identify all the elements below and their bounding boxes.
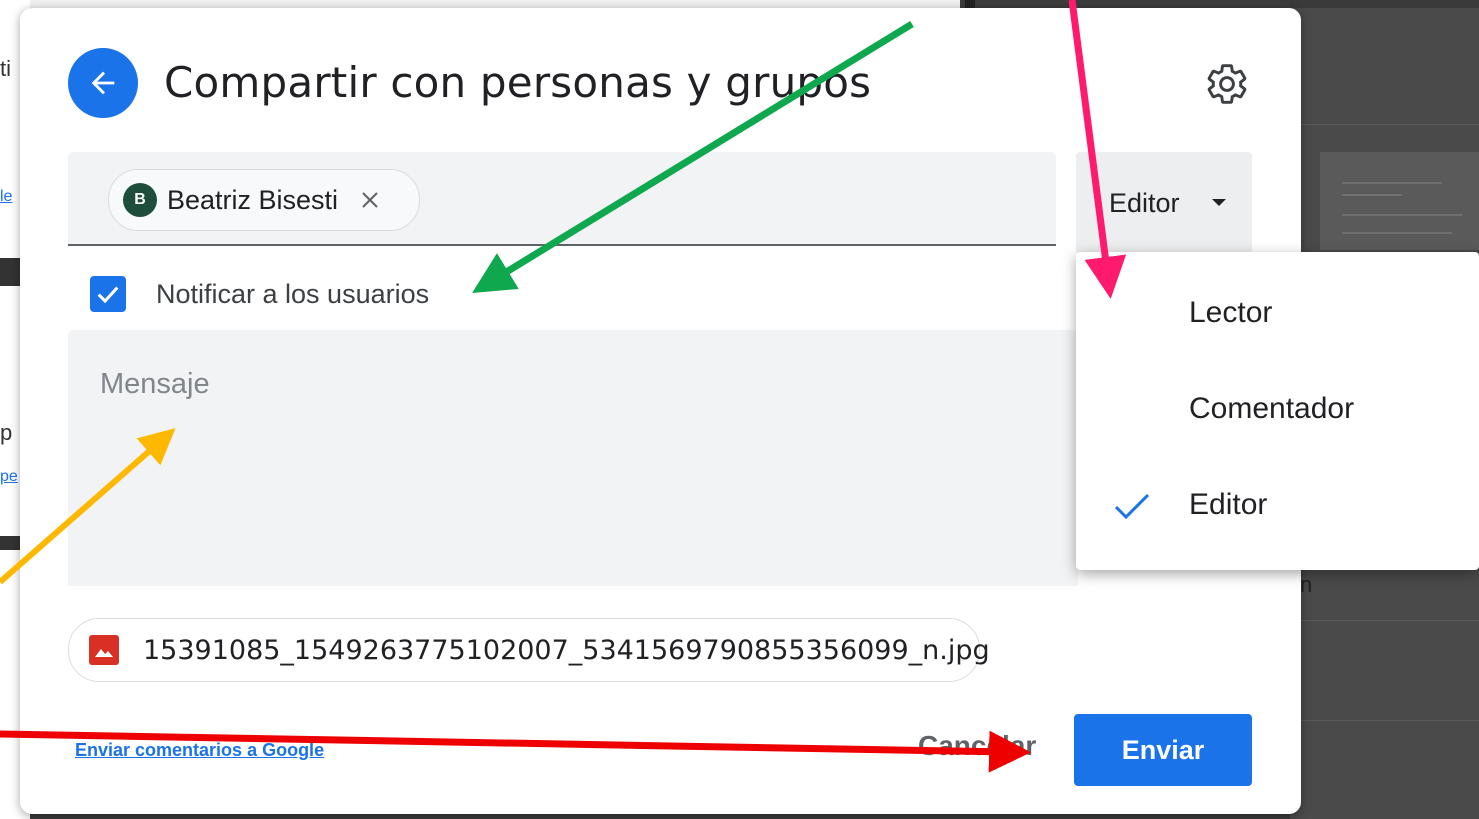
recipient-chip[interactable]: B Beatriz Bisesti	[108, 169, 420, 231]
avatar: B	[123, 183, 157, 217]
feedback-link[interactable]: Enviar comentarios a Google	[75, 740, 324, 761]
close-icon[interactable]	[358, 188, 382, 212]
role-dropdown[interactable]: Editor	[1076, 152, 1252, 254]
role-option-editor[interactable]: Editor	[1076, 458, 1479, 554]
background-divider	[1290, 720, 1479, 721]
role-option-label: Lector	[1189, 296, 1273, 329]
role-option-comentador[interactable]: Comentador	[1076, 362, 1479, 458]
message-textarea[interactable]: Mensaje	[68, 330, 1078, 586]
recipients-field[interactable]: B Beatriz Bisesti	[68, 152, 1056, 246]
attachment-filename: 15391085_1549263775102007_53415697908553…	[143, 634, 990, 666]
notify-row[interactable]: Notificar a los usuarios	[90, 274, 429, 314]
send-button[interactable]: Enviar	[1074, 714, 1252, 786]
settings-button[interactable]	[1205, 62, 1249, 106]
image-file-icon	[89, 635, 119, 665]
background-text-fragment: n	[1300, 572, 1313, 597]
background-link-fragment: le	[0, 188, 13, 205]
role-option-lector[interactable]: Lector	[1076, 266, 1479, 362]
role-menu: Lector Comentador Editor	[1076, 252, 1479, 570]
gear-icon	[1207, 64, 1247, 104]
attachment-chip[interactable]: 15391085_1549263775102007_53415697908553…	[68, 618, 990, 682]
checkmark-icon	[97, 286, 119, 304]
background-thumbnail	[1320, 152, 1479, 250]
notify-label: Notificar a los usuarios	[156, 278, 430, 309]
background-text-fragment: ti	[0, 56, 11, 81]
role-selected-label: Editor	[1109, 188, 1180, 218]
role-option-label: Editor	[1189, 488, 1268, 521]
role-option-label: Comentador	[1189, 392, 1355, 425]
background-divider	[1290, 124, 1479, 125]
background-divider	[1290, 620, 1479, 621]
background-text-fragment: p	[0, 420, 13, 445]
arrow-left-icon	[91, 71, 115, 95]
recipient-name: Beatriz Bisesti	[167, 184, 339, 215]
background-link-fragment: pe	[0, 468, 18, 485]
notify-checkbox[interactable]	[90, 276, 126, 312]
cancel-button[interactable]: Cancelar	[918, 730, 1036, 762]
background-topstrip	[30, 0, 960, 8]
background-strip	[1290, 0, 1479, 8]
dialog-title: Compartir con personas y grupos	[164, 58, 872, 107]
checkmark-icon	[1114, 493, 1150, 520]
message-placeholder: Mensaje	[100, 368, 210, 400]
caret-down-icon	[1212, 199, 1226, 206]
back-button[interactable]	[68, 48, 138, 118]
